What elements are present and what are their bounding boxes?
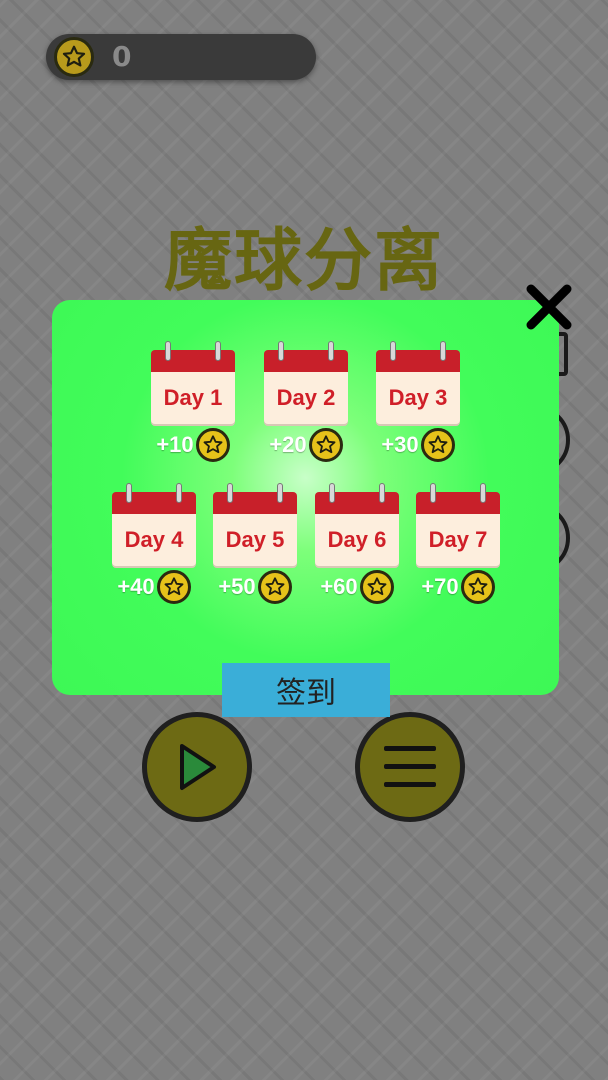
play-button[interactable] [142,712,252,822]
reward-amount: +20 [269,432,307,457]
close-button[interactable] [524,282,574,332]
coin-counter: 0 [46,34,316,80]
day-reward: +20 [264,428,348,462]
reward-amount: +30 [381,432,419,457]
calendar-icon: Day 1 [151,341,235,424]
star-coin-icon [308,428,343,462]
star-coin-icon [359,570,394,604]
reward-amount: +70 [421,574,459,599]
day-reward: +60 [315,570,399,604]
reward-amount: +10 [156,432,194,457]
game-title: 魔球分离 [163,222,444,301]
day-card-4[interactable]: Day 4 +40 [112,483,196,604]
day-label: Day 4 [112,514,196,566]
day-label: Day 3 [376,372,460,424]
day-card-7[interactable]: Day 7 +70 [416,483,500,604]
reward-amount: +50 [218,574,256,599]
star-coin-icon [156,570,191,604]
menu-button[interactable] [355,712,465,822]
menu-icon [384,746,436,787]
close-x-icon [526,284,572,330]
calendar-icon: Day 5 [213,483,297,566]
day-reward: +30 [376,428,460,462]
day-card-3[interactable]: Day 3 +30 [376,341,460,462]
star-coin-icon [54,37,94,77]
calendar-icon: Day 6 [315,483,399,566]
star-coin-icon [195,428,230,462]
day-card-5[interactable]: Day 5 +50 [213,483,297,604]
star-coin-icon [420,428,455,462]
day-label: Day 2 [264,372,348,424]
day-reward: +40 [112,570,196,604]
day-card-2[interactable]: Day 2 +20 [264,341,348,462]
day-card-1[interactable]: Day 1 +10 [151,341,235,462]
reward-amount: +60 [320,574,358,599]
day-label: Day 1 [151,372,235,424]
day-label: Day 6 [315,514,399,566]
day-reward: +10 [151,428,235,462]
checkin-button[interactable]: 签到 [222,663,390,717]
reward-amount: +40 [117,574,155,599]
calendar-icon: Day 3 [376,341,460,424]
day-reward: +50 [213,570,297,604]
play-icon [180,744,216,790]
calendar-icon: Day 4 [112,483,196,566]
star-coin-icon [460,570,495,604]
day-label: Day 7 [416,514,500,566]
day-reward: +70 [416,570,500,604]
star-coin-icon [257,570,292,604]
calendar-icon: Day 7 [416,483,500,566]
day-card-6[interactable]: Day 6 +60 [315,483,399,604]
calendar-icon: Day 2 [264,341,348,424]
day-label: Day 5 [213,514,297,566]
coin-count: 0 [112,40,132,73]
